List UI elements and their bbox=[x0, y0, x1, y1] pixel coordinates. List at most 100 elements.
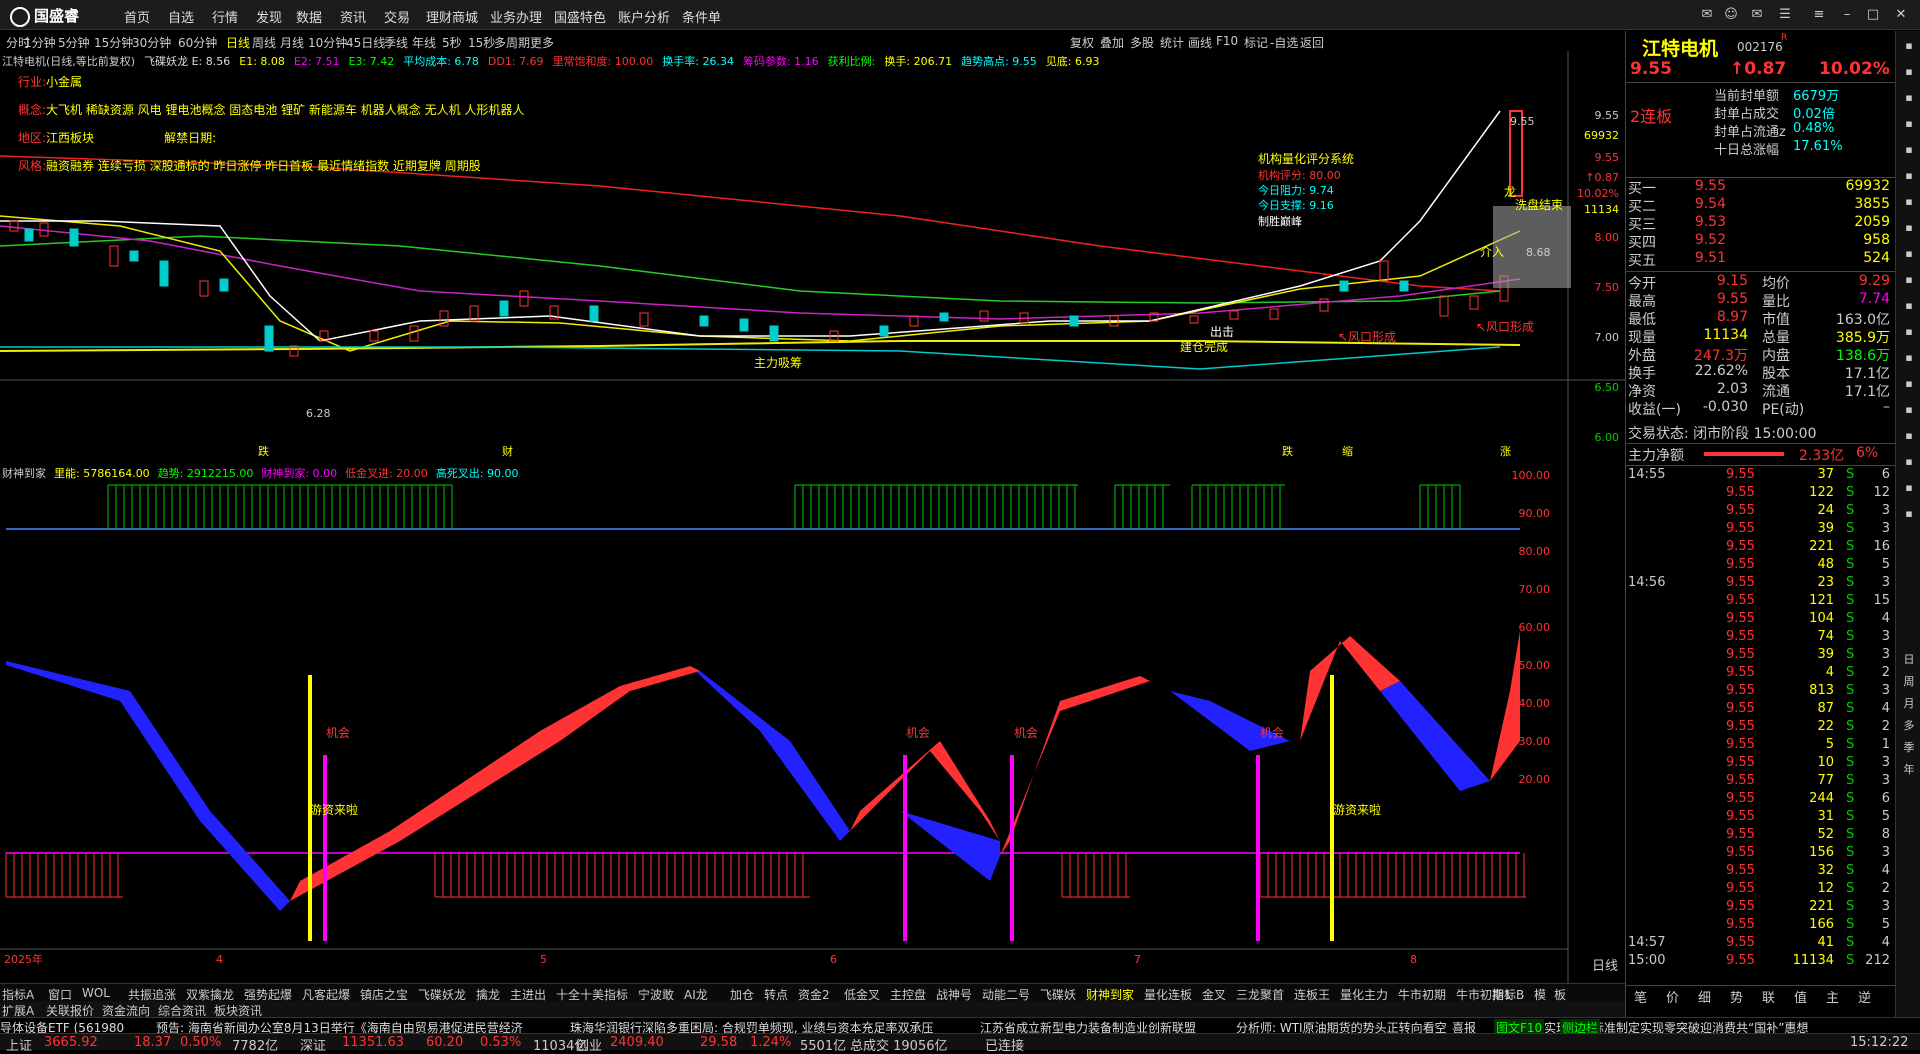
order-row-4[interactable]: 买五 9.51 524 bbox=[1626, 250, 1896, 269]
tick-price: 9.55 bbox=[1726, 485, 1755, 500]
message-icon[interactable]: ✉ bbox=[1698, 6, 1716, 24]
news-ticker: 导体设备ETF (561980 预告: 海南省新闻办公室8月13日举行《海南自由贸… bbox=[0, 1017, 1920, 1036]
menu-item-10[interactable]: 账户分析 bbox=[618, 7, 670, 26]
tick-side: S bbox=[1846, 953, 1855, 968]
minimize-icon[interactable]: – bbox=[1838, 6, 1856, 24]
side-tool-icon-11[interactable]: ▪ bbox=[1900, 325, 1918, 338]
chance-label-0: 机会 bbox=[326, 726, 350, 740]
toolbar-button-3[interactable]: 统计 bbox=[1160, 34, 1184, 51]
toolbar-button-8[interactable]: 返回 bbox=[1300, 34, 1324, 51]
toolbar-button-5[interactable]: F10 bbox=[1216, 34, 1238, 48]
mail-icon[interactable]: ✉ bbox=[1748, 6, 1766, 24]
tick-tab-5[interactable]: 值 bbox=[1794, 987, 1807, 1006]
period-tab-13[interactable]: 5秒 bbox=[442, 34, 462, 51]
period-tab-3[interactable]: 15分钟 bbox=[94, 34, 133, 51]
side-tool-icon-9[interactable]: ▪ bbox=[1900, 273, 1918, 286]
period-tab-11[interactable]: 季线 bbox=[384, 34, 408, 51]
side-period-1[interactable]: 周 bbox=[1900, 673, 1918, 689]
menu-item-2[interactable]: 行情 bbox=[212, 7, 238, 26]
period-tab-10[interactable]: 45日线 bbox=[346, 34, 385, 51]
order-row-1[interactable]: 买二 9.54 3855 bbox=[1626, 196, 1896, 215]
menu-item-1[interactable]: 自选 bbox=[168, 7, 194, 26]
tick-tab-2[interactable]: 细 bbox=[1698, 987, 1711, 1006]
period-tab-8[interactable]: 月线 bbox=[280, 34, 304, 51]
side-period-0[interactable]: 日 bbox=[1900, 651, 1918, 667]
period-tab-14[interactable]: 15秒 bbox=[468, 34, 495, 51]
side-period-3[interactable]: 多 bbox=[1900, 717, 1918, 733]
maximize-icon[interactable]: □ bbox=[1864, 6, 1882, 24]
tick-tab-0[interactable]: 笔 bbox=[1634, 987, 1647, 1006]
stat-value: 2.03 bbox=[1716, 381, 1748, 397]
side-tool-icon-8[interactable]: ▪ bbox=[1900, 247, 1918, 260]
menu-item-3[interactable]: 发现 bbox=[256, 7, 282, 26]
menu-item-6[interactable]: 交易 bbox=[384, 7, 410, 26]
menu-item-8[interactable]: 业务办理 bbox=[490, 7, 542, 26]
menu-item-0[interactable]: 首页 bbox=[124, 7, 150, 26]
period-tab-5[interactable]: 60分钟 bbox=[178, 34, 217, 51]
side-tool-icon-14[interactable]: ▪ bbox=[1900, 403, 1918, 416]
menu-item-5[interactable]: 资讯 bbox=[340, 7, 366, 26]
side-tool-icon-13[interactable]: ▪ bbox=[1900, 377, 1918, 390]
side-period-4[interactable]: 季 bbox=[1900, 739, 1918, 755]
toolbar-button-1[interactable]: 叠加 bbox=[1100, 34, 1124, 51]
skin-icon[interactable]: ☰ bbox=[1776, 6, 1794, 24]
toolbar-button-0[interactable]: 复权 bbox=[1070, 34, 1094, 51]
side-tool-icon-10[interactable]: ▪ bbox=[1900, 299, 1918, 312]
side-tool-icon-6[interactable]: ▪ bbox=[1900, 195, 1918, 208]
app-logo[interactable]: 国盛睿 bbox=[10, 5, 79, 27]
period-tab-9[interactable]: 10分钟 bbox=[308, 34, 347, 51]
concept-label: 概念: bbox=[18, 103, 47, 117]
order-row-2[interactable]: 买三 9.53 2059 bbox=[1626, 214, 1896, 233]
period-tab-6[interactable]: 日线 bbox=[226, 34, 250, 51]
order-row-3[interactable]: 买四 9.52 958 bbox=[1626, 232, 1896, 251]
period-tab-4[interactable]: 30分钟 bbox=[132, 34, 171, 51]
period-tab-1[interactable]: 1分钟 bbox=[24, 34, 56, 51]
side-tool-icon-5[interactable]: ▪ bbox=[1900, 169, 1918, 182]
side-tool-icon-18[interactable]: ▪ bbox=[1900, 507, 1918, 520]
tick-count: 212 bbox=[1865, 953, 1890, 968]
side-period-5[interactable]: 年 bbox=[1900, 761, 1918, 777]
period-tab-2[interactable]: 5分钟 bbox=[58, 34, 90, 51]
side-toolbar: ▪ ▪ ▪ ▪ ▪ ▪ ▪ ▪ ▪ ▪ ▪ ▪ ▪ ▪ ▪ ▪ ▪ ▪ ▪ 日周月多季年 bbox=[1895, 31, 1920, 1031]
tick-side: S bbox=[1846, 809, 1855, 824]
side-tool-icon-1[interactable]: ▪ bbox=[1900, 65, 1918, 78]
tick-tab-6[interactable]: 主 bbox=[1826, 987, 1839, 1006]
tick-tab-4[interactable]: 联 bbox=[1762, 987, 1775, 1006]
tick-list[interactable]: 14:55 9.55 37 S 6 9.55 122 S 12 9.55 24 S 3 9.55 39 S 3 9… bbox=[1626, 467, 1896, 981]
period-tab-15[interactable]: 多周期 bbox=[494, 34, 530, 51]
close-icon[interactable]: ✕ bbox=[1892, 6, 1910, 24]
side-tool-icon-7[interactable]: ▪ bbox=[1900, 221, 1918, 234]
side-tool-icon-12[interactable]: ▪ bbox=[1900, 351, 1918, 364]
side-tool-icon-17[interactable]: ▪ bbox=[1900, 481, 1918, 494]
toolbar-button-4[interactable]: 画线 bbox=[1188, 34, 1212, 51]
menu-item-4[interactable]: 数据 bbox=[296, 7, 322, 26]
tick-row-3: 9.55 39 S 3 bbox=[1626, 521, 1896, 539]
menu-item-7[interactable]: 理财商城 bbox=[426, 7, 478, 26]
region-label: 地区: bbox=[18, 131, 47, 145]
order-row-0[interactable]: 买一 9.55 69932 bbox=[1626, 178, 1896, 197]
period-tab-7[interactable]: 周线 bbox=[252, 34, 276, 51]
toolbar-button-7[interactable]: -自选 bbox=[1270, 34, 1298, 51]
menu-item-11[interactable]: 条件单 bbox=[682, 7, 721, 26]
menu-item-9[interactable]: 国盛特色 bbox=[554, 7, 606, 26]
side-tool-icon-3[interactable]: ▪ bbox=[1900, 117, 1918, 130]
side-tool-icon-0[interactable]: ▪ bbox=[1900, 39, 1918, 52]
user-icon[interactable]: ☺ bbox=[1722, 6, 1740, 24]
stat-label-2: 股本 bbox=[1762, 366, 1790, 382]
side-tool-icon-2[interactable]: ▪ bbox=[1900, 91, 1918, 104]
toolbar-button-6[interactable]: 标记 bbox=[1244, 34, 1268, 51]
chart-area[interactable]: 9.55 69932 9.55 ↑0.87 10.02% 11134 8.00 7.50 7.0… bbox=[0, 51, 1625, 983]
period-tab-16[interactable]: 更多 bbox=[530, 34, 554, 51]
side-tool-icon-16[interactable]: ▪ bbox=[1900, 455, 1918, 468]
menu-icon[interactable]: ≡ bbox=[1810, 6, 1828, 24]
side-period-2[interactable]: 月 bbox=[1900, 695, 1918, 711]
tick-tab-7[interactable]: 逆 bbox=[1858, 987, 1871, 1006]
kline-candle-38 bbox=[1379, 260, 1389, 282]
indicator-tab-2[interactable]: WOL bbox=[82, 986, 110, 1000]
tick-tab-3[interactable]: 势 bbox=[1730, 987, 1743, 1006]
side-tool-icon-15[interactable]: ▪ bbox=[1900, 429, 1918, 442]
tick-tab-1[interactable]: 价 bbox=[1666, 987, 1679, 1006]
toolbar-button-2[interactable]: 多股 bbox=[1130, 34, 1154, 51]
side-tool-icon-4[interactable]: ▪ bbox=[1900, 143, 1918, 156]
period-tab-12[interactable]: 年线 bbox=[412, 34, 436, 51]
